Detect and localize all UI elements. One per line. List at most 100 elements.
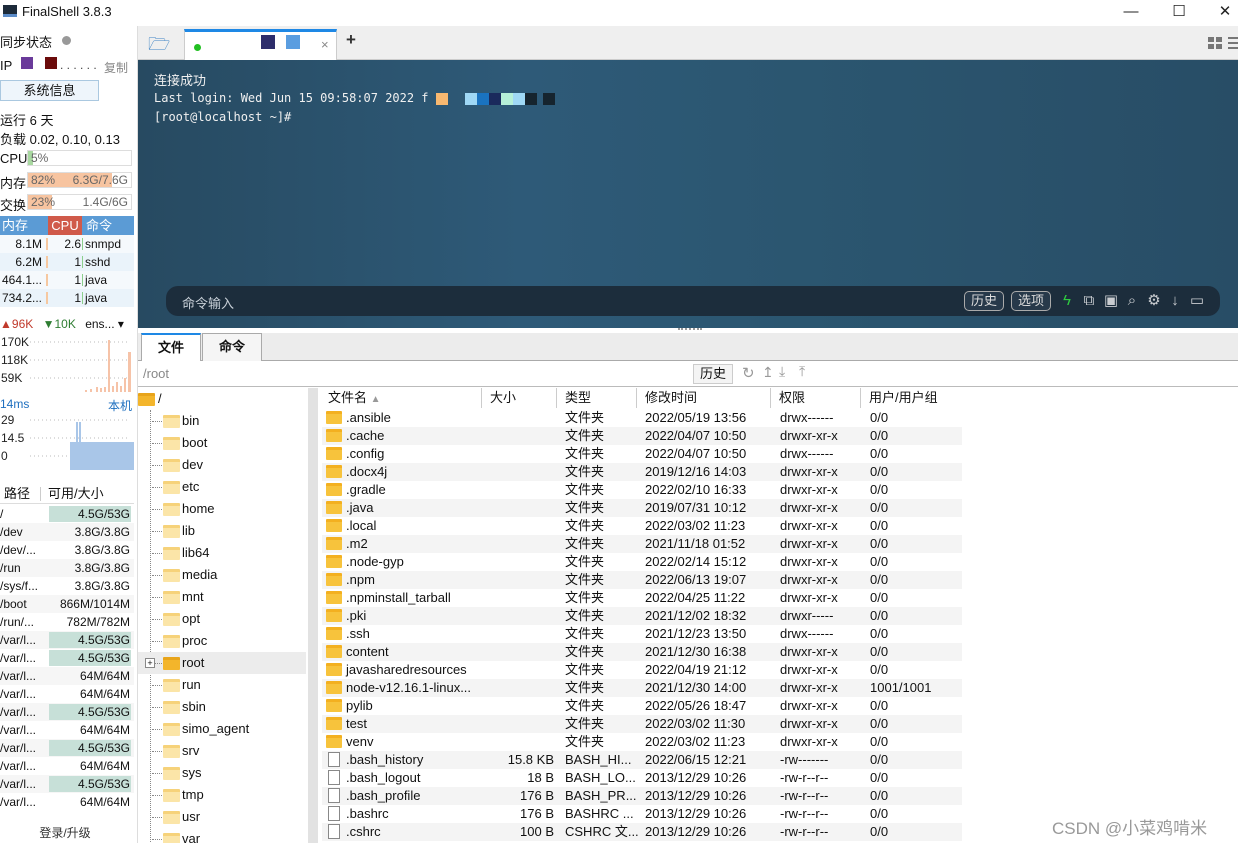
file-row[interactable]: venv 文件夹 2022/03/02 11:23 drwxr-xr-x 0/0 bbox=[322, 733, 962, 751]
process-row[interactable]: 6.2M 1 sshd bbox=[0, 253, 134, 271]
gear-icon[interactable]: ⚙ bbox=[1145, 291, 1163, 311]
tree-scrollbar[interactable] bbox=[308, 388, 318, 843]
search-icon[interactable]: ⌕ bbox=[1123, 291, 1141, 311]
tree-item[interactable]: srv bbox=[138, 740, 306, 762]
arrow-down-icon[interactable]: ↓ bbox=[1166, 291, 1184, 311]
file-row[interactable]: .java 文件夹 2019/07/31 10:12 drwxr-xr-x 0/… bbox=[322, 499, 962, 517]
disk-row[interactable]: /dev/... 3.8G/3.8G bbox=[0, 541, 134, 559]
window-icon[interactable]: ▭ bbox=[1188, 291, 1206, 311]
file-row[interactable]: javasharedresources 文件夹 2022/04/19 21:12… bbox=[322, 661, 962, 679]
path-input[interactable]: /root bbox=[143, 366, 169, 381]
disk-row[interactable]: /var/l... 64M/64M bbox=[0, 667, 134, 685]
file-row[interactable]: .bash_logout 18 B BASH_LO... 2013/12/29 … bbox=[322, 769, 962, 787]
maximize-button[interactable]: ☐ bbox=[1156, 0, 1202, 26]
file-row[interactable]: pylib 文件夹 2022/05/26 18:47 drwxr-xr-x 0/… bbox=[322, 697, 962, 715]
disk-row[interactable]: /boot 866M/1014M bbox=[0, 595, 134, 613]
disk-row[interactable]: /var/l... 64M/64M bbox=[0, 793, 134, 811]
file-row[interactable]: .cache 文件夹 2022/04/07 10:50 drwxr-xr-x 0… bbox=[322, 427, 962, 445]
tree-item[interactable]: var bbox=[138, 828, 306, 843]
file-row[interactable]: .ansible 文件夹 2022/05/19 13:56 drwx------… bbox=[322, 409, 962, 427]
disk-row[interactable]: /run 3.8G/3.8G bbox=[0, 559, 134, 577]
path-history-button[interactable]: 历史 bbox=[693, 364, 733, 384]
close-button[interactable]: ✕ bbox=[1202, 0, 1238, 26]
disk-row[interactable]: /var/l... 64M/64M bbox=[0, 757, 134, 775]
download-icon[interactable]: ⤓ bbox=[779, 363, 785, 380]
paste-icon[interactable]: ▣ bbox=[1102, 291, 1120, 311]
process-row[interactable]: 8.1M 2.6 snmpd bbox=[0, 235, 134, 253]
disk-row[interactable]: /dev 3.8G/3.8G bbox=[0, 523, 134, 541]
proc-header-mem[interactable]: 内存 bbox=[0, 216, 48, 235]
column-header-owner[interactable]: 用户/用户组 bbox=[861, 388, 961, 408]
system-info-button[interactable]: 系统信息 bbox=[0, 80, 99, 101]
disk-row[interactable]: /var/l... 64M/64M bbox=[0, 721, 134, 739]
file-row[interactable]: content 文件夹 2021/12/30 16:38 drwxr-xr-x … bbox=[322, 643, 962, 661]
net-interface-select[interactable]: ens... bbox=[85, 317, 114, 331]
disk-row[interactable]: /sys/f... 3.8G/3.8G bbox=[0, 577, 134, 595]
tree-item[interactable]: dev bbox=[138, 454, 306, 476]
column-header-permission[interactable]: 权限 bbox=[771, 388, 861, 408]
tree-item[interactable]: bin bbox=[138, 410, 306, 432]
tree-item[interactable]: usr bbox=[138, 806, 306, 828]
session-tab[interactable]: × bbox=[184, 29, 337, 60]
proc-header-cpu[interactable]: CPU bbox=[48, 216, 82, 235]
file-row[interactable]: .ssh 文件夹 2021/12/23 13:50 drwx------ 0/0 bbox=[322, 625, 962, 643]
column-header-type[interactable]: 类型 bbox=[557, 388, 637, 408]
tab-commands[interactable]: 命令 bbox=[202, 333, 262, 361]
tree-item[interactable]: + root bbox=[138, 652, 306, 674]
tree-item[interactable]: mnt bbox=[138, 586, 306, 608]
tree-item[interactable]: lib bbox=[138, 520, 306, 542]
process-row[interactable]: 734.2... 1 java bbox=[0, 289, 134, 307]
disk-row[interactable]: /var/l... 64M/64M bbox=[0, 685, 134, 703]
terminal[interactable]: 连接成功 Last login: Wed Jun 15 09:58:07 202… bbox=[138, 60, 1238, 328]
history-button[interactable]: 历史 bbox=[964, 291, 1005, 311]
file-row[interactable]: test 文件夹 2022/03/02 11:30 drwxr-xr-x 0/0 bbox=[322, 715, 962, 733]
tree-item[interactable]: simo_agent bbox=[138, 718, 306, 740]
login-upgrade-link[interactable]: 登录/升级 bbox=[0, 824, 130, 841]
copy-ip-link[interactable]: 复制 bbox=[104, 59, 128, 76]
disk-row[interactable]: /run/... 782M/782M bbox=[0, 613, 134, 631]
tree-item[interactable]: sys bbox=[138, 762, 306, 784]
copy-icon[interactable]: ⧉ bbox=[1080, 291, 1098, 311]
file-row[interactable]: .gradle 文件夹 2022/02/10 16:33 drwxr-xr-x … bbox=[322, 481, 962, 499]
file-row[interactable]: .node-gyp 文件夹 2022/02/14 15:12 drwxr-xr-… bbox=[322, 553, 962, 571]
file-row[interactable]: .cshrc 100 B CSHRC 文... 2013/12/29 10:26… bbox=[322, 823, 962, 841]
tree-item[interactable]: media bbox=[138, 564, 306, 586]
tab-close-icon[interactable]: × bbox=[321, 37, 329, 52]
file-row[interactable]: .config 文件夹 2022/04/07 10:50 drwx------ … bbox=[322, 445, 962, 463]
file-row[interactable]: node-v12.16.1-linux... 文件夹 2021/12/30 14… bbox=[322, 679, 962, 697]
upload-icon[interactable]: ⤒ bbox=[799, 363, 805, 380]
tree-root[interactable]: / bbox=[138, 388, 306, 410]
disk-row[interactable]: /var/l... 4.5G/53G bbox=[0, 739, 134, 757]
disk-header-usage[interactable]: 可用/大小 bbox=[48, 484, 104, 504]
file-row[interactable]: .bash_history 15.8 KB BASH_HI... 2022/06… bbox=[322, 751, 962, 769]
folder-open-icon[interactable]: 🗁 bbox=[148, 32, 170, 62]
list-view-icon[interactable] bbox=[1228, 37, 1238, 49]
file-row[interactable]: .bashrc 176 B BASHRC ... 2013/12/29 10:2… bbox=[322, 805, 962, 823]
tree-item[interactable]: boot bbox=[138, 432, 306, 454]
dropdown-arrow-icon[interactable]: ▾ bbox=[118, 317, 124, 331]
tree-item[interactable]: tmp bbox=[138, 784, 306, 806]
tab-files[interactable]: 文件 bbox=[141, 333, 201, 361]
file-row[interactable]: .bash_profile 176 B BASH_PR... 2013/12/2… bbox=[322, 787, 962, 805]
tree-item[interactable]: etc bbox=[138, 476, 306, 498]
disk-row[interactable]: /var/l... 4.5G/53G bbox=[0, 649, 134, 667]
tree-item[interactable]: run bbox=[138, 674, 306, 696]
tree-item[interactable]: opt bbox=[138, 608, 306, 630]
options-button[interactable]: 选项 bbox=[1011, 291, 1052, 311]
file-row[interactable]: .m2 文件夹 2021/11/18 01:52 drwxr-xr-x 0/0 bbox=[322, 535, 962, 553]
disk-row[interactable]: /var/l... 4.5G/53G bbox=[0, 775, 134, 793]
tree-item[interactable]: home bbox=[138, 498, 306, 520]
column-header-name[interactable]: 文件名 ▲ bbox=[320, 388, 482, 408]
tree-item[interactable]: proc bbox=[138, 630, 306, 652]
tree-item[interactable]: sbin bbox=[138, 696, 306, 718]
tree-item[interactable]: lib64 bbox=[138, 542, 306, 564]
grid-view-icon[interactable] bbox=[1208, 37, 1222, 49]
file-row[interactable]: .docx4j 文件夹 2019/12/16 14:03 drwxr-xr-x … bbox=[322, 463, 962, 481]
disk-row[interactable]: /var/l... 4.5G/53G bbox=[0, 703, 134, 721]
disk-row[interactable]: / 4.5G/53G bbox=[0, 505, 134, 523]
file-row[interactable]: .local 文件夹 2022/03/02 11:23 drwxr-xr-x 0… bbox=[322, 517, 962, 535]
disk-header-path[interactable]: 路径 bbox=[4, 484, 30, 504]
file-row[interactable]: .npminstall_tarball 文件夹 2022/04/25 11:22… bbox=[322, 589, 962, 607]
lightning-icon[interactable]: ϟ bbox=[1058, 291, 1076, 311]
process-row[interactable]: 464.1... 1 java bbox=[0, 271, 134, 289]
